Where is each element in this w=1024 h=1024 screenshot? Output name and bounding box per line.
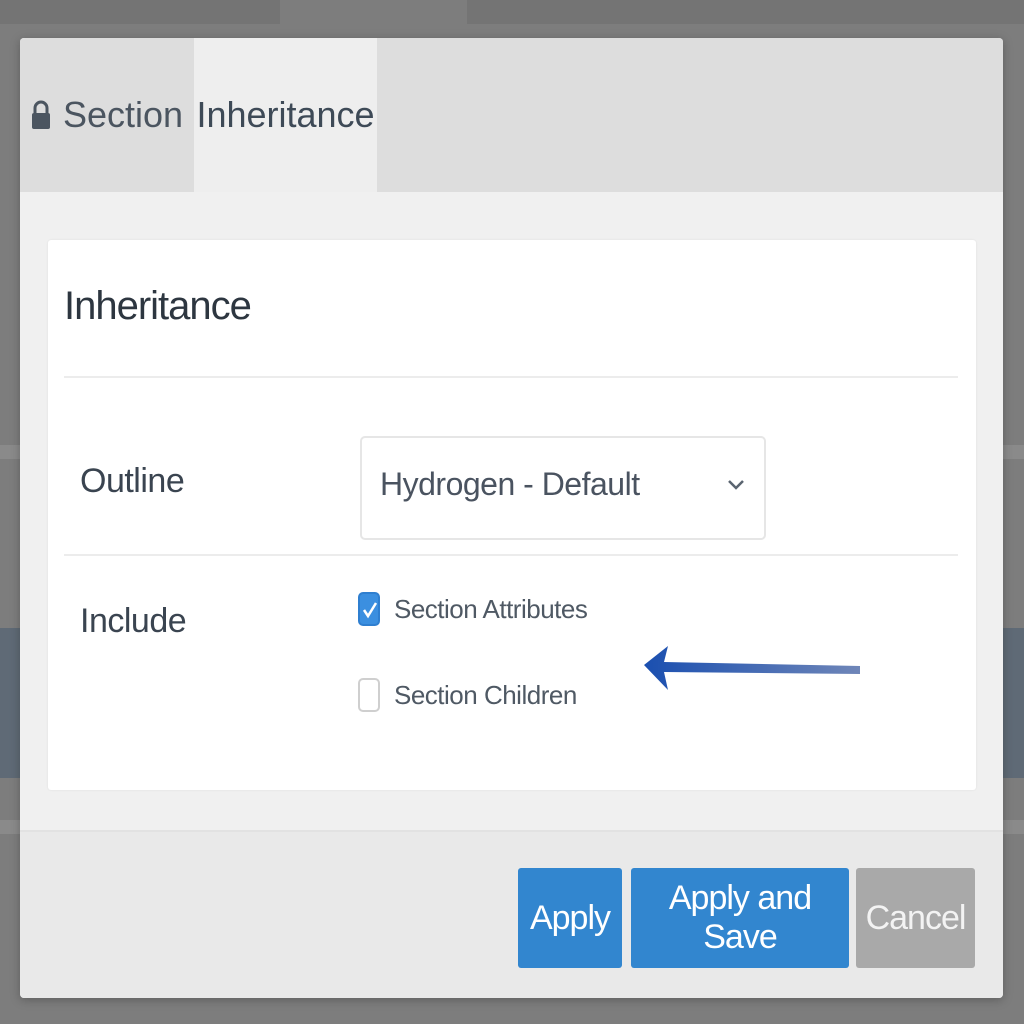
tab-section[interactable]: Section: [20, 38, 194, 192]
section-attributes-label: Section Attributes: [394, 593, 588, 624]
modal-tab-bar: Section Inheritance: [20, 38, 1003, 192]
panel-title: Inheritance: [64, 284, 252, 328]
section-children-option[interactable]: Section Children: [358, 678, 577, 712]
divider: [64, 376, 958, 378]
outline-select[interactable]: Hydrogen - Default: [360, 436, 766, 540]
lock-icon: [31, 100, 51, 130]
divider: [64, 554, 958, 556]
apply-button[interactable]: Apply: [518, 868, 622, 968]
modal-footer: Apply Apply and Save Cancel: [20, 830, 1003, 998]
outline-select-value: Hydrogen - Default: [380, 466, 640, 502]
cancel-button[interactable]: Cancel: [856, 868, 975, 968]
tab-section-label: Section: [62, 94, 184, 135]
arrow-left-icon: [640, 644, 864, 694]
background-page-region: [0, 0, 280, 24]
outline-label: Outline: [80, 462, 185, 500]
checkmark-icon: [362, 602, 378, 619]
inheritance-panel: Inheritance Outline Hydrogen - Default I…: [48, 240, 976, 790]
background-page-region: [467, 0, 1024, 24]
chevron-down-icon: [726, 478, 746, 492]
section-attributes-option[interactable]: Section Attributes: [358, 592, 588, 626]
tab-inheritance[interactable]: Inheritance: [194, 38, 377, 192]
inheritance-modal: Section Inheritance Inheritance Outline …: [20, 38, 1003, 998]
section-attributes-checkbox[interactable]: [358, 592, 380, 626]
section-children-label: Section Children: [394, 679, 577, 710]
tab-inheritance-label: Inheritance: [196, 94, 375, 135]
section-children-checkbox[interactable]: [358, 678, 380, 712]
include-label: Include: [80, 602, 187, 640]
apply-and-save-button[interactable]: Apply and Save: [631, 868, 849, 968]
